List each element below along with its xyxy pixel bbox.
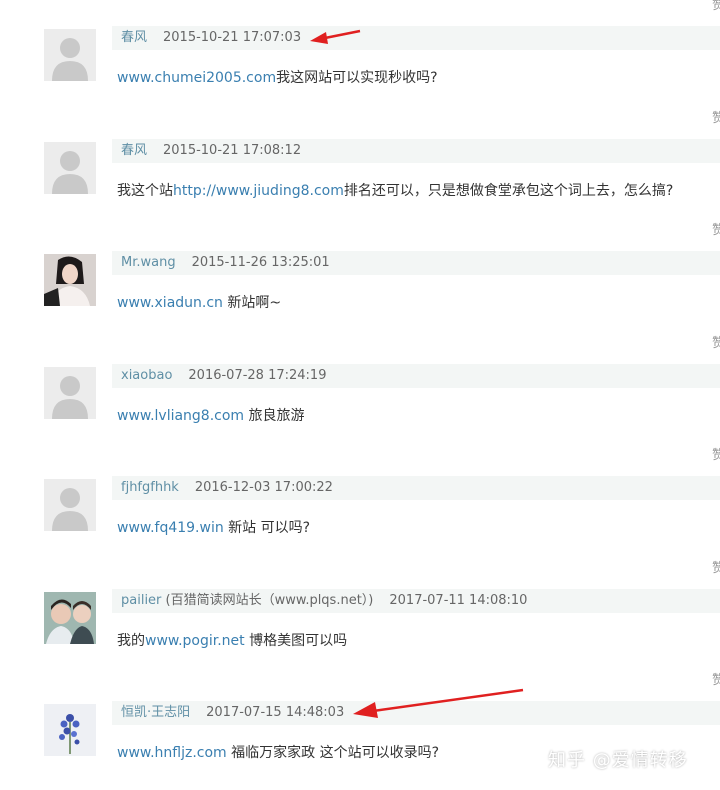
- username-link[interactable]: 春风: [121, 143, 147, 158]
- comment-meta: Mr.wang 2015-11-26 13:25:01: [112, 251, 720, 275]
- comment-meta: fjhfgfhhk 2016-12-03 17:00:22: [112, 476, 720, 500]
- comment-meta: xiaobao 2016-07-28 17:24:19: [112, 364, 720, 388]
- username-link[interactable]: xiaobao: [121, 368, 172, 383]
- comment-text: 我的www.pogir.net 博格美图可以吗: [117, 631, 347, 651]
- comment-item: 赞 春风 2015-10-21 17:07:03 www.chumei2005.c…: [0, 0, 720, 112]
- reply-button[interactable]: 赞: [712, 107, 720, 126]
- comment-meta: 春风 2015-10-21 17:07:03: [112, 26, 720, 50]
- default-avatar-icon: [44, 142, 96, 194]
- default-avatar-icon: [44, 479, 96, 531]
- avatar[interactable]: [44, 704, 96, 756]
- arrow-annotation-1: [310, 29, 361, 44]
- timestamp: 2016-07-28 17:24:19: [188, 368, 327, 383]
- comment-text-prefix: 我的: [117, 633, 145, 649]
- timestamp: 2017-07-15 14:48:03: [206, 705, 345, 720]
- comment-item: 赞 pailier (百猎简读网站长（www.plqs.net）) 2017-07…: [0, 561, 720, 675]
- arrow-annotation-2: [353, 688, 524, 718]
- avatar[interactable]: [44, 29, 96, 81]
- timestamp: 2015-11-26 13:25:01: [191, 255, 330, 270]
- woman-photo-icon: [44, 254, 96, 306]
- comment-item: 赞 fjhfgfhhk 2016-12-03 17:00:22 www.fq419…: [0, 448, 720, 562]
- comment-text: 我这个站http://www.jiuding8.com排名还可以，只是想做食堂承…: [117, 181, 673, 201]
- avatar[interactable]: [44, 479, 96, 531]
- comment-text: www.chumei2005.com我这网站可以实现秒收吗?: [117, 68, 438, 88]
- website-link[interactable]: http://www.jiuding8.com: [173, 183, 344, 199]
- user-note: (百猎简读网站长（www.plqs.net）): [161, 593, 374, 608]
- timestamp: 2015-10-21 17:08:12: [163, 143, 302, 158]
- website-link[interactable]: www.lvliang8.com: [117, 408, 244, 424]
- reply-button[interactable]: 赞: [712, 332, 720, 351]
- timestamp: 2016-12-03 17:00:22: [194, 480, 333, 495]
- comment-text: www.xiadun.cn 新站啊~: [117, 293, 281, 313]
- default-avatar-icon: [44, 29, 96, 81]
- comment-text-suffix: 排名还可以，只是想做食堂承包这个词上去，怎么搞?: [343, 183, 674, 199]
- reply-button[interactable]: 赞: [712, 557, 720, 576]
- couple-photo-icon: [44, 592, 96, 644]
- comment-text-suffix: 新站啊~: [222, 295, 282, 311]
- reply-button[interactable]: 赞: [712, 0, 720, 13]
- comment-meta: pailier (百猎简读网站长（www.plqs.net）) 2017-07-1…: [112, 589, 720, 613]
- username-link[interactable]: Mr.wang: [121, 255, 176, 270]
- username-link[interactable]: 恒凯·王志阳: [121, 705, 190, 720]
- comment-text-suffix: 新站 可以吗?: [223, 520, 311, 536]
- comment-text-suffix: 博格美图可以吗: [244, 633, 348, 649]
- username-link[interactable]: pailier: [121, 593, 161, 608]
- comment-text-suffix: 旅良旅游: [244, 408, 305, 424]
- avatar[interactable]: [44, 142, 96, 194]
- comment-item: 赞 xiaobao 2016-07-28 17:24:19 www.lvliang…: [0, 336, 720, 450]
- comment-text-prefix: 我这个站: [117, 183, 173, 199]
- flower-icon: [44, 704, 96, 756]
- comment-item: 赞 Mr.wang 2015-11-26 13:25:01 www.xiadun.…: [0, 223, 720, 337]
- avatar[interactable]: [44, 592, 96, 644]
- website-link[interactable]: www.fq419.win: [117, 520, 224, 536]
- default-avatar-icon: [44, 367, 96, 419]
- username-link[interactable]: 春风: [121, 30, 147, 45]
- avatar[interactable]: [44, 254, 96, 306]
- comment-meta: 春风 2015-10-21 17:08:12: [112, 139, 720, 163]
- comment-text: www.fq419.win 新站 可以吗?: [117, 518, 310, 538]
- username-link[interactable]: fjhfgfhhk: [121, 480, 179, 495]
- reply-button[interactable]: 赞: [712, 669, 720, 688]
- comment-text-suffix: 我这网站可以实现秒收吗?: [276, 70, 438, 86]
- watermark: 知乎 @爱情转移: [548, 750, 688, 771]
- comment-text: www.hnfljz.com 福临万家家政 这个站可以收录吗?: [117, 743, 439, 763]
- reply-button[interactable]: 赞: [712, 444, 720, 463]
- website-link[interactable]: www.hnfljz.com: [117, 745, 227, 761]
- comment-text-suffix: 福临万家家政 这个站可以收录吗?: [226, 745, 440, 761]
- avatar[interactable]: [44, 367, 96, 419]
- reply-button[interactable]: 赞: [712, 219, 720, 238]
- comment-text: www.lvliang8.com 旅良旅游: [117, 406, 305, 426]
- website-link[interactable]: www.xiadun.cn: [117, 295, 223, 311]
- timestamp: 2017-07-11 14:08:10: [389, 593, 528, 608]
- comment-item: 赞 春风 2015-10-21 17:08:12 我这个站http://www.j…: [0, 111, 720, 225]
- timestamp: 2015-10-21 17:07:03: [163, 30, 302, 45]
- website-link[interactable]: www.chumei2005.com: [117, 70, 276, 86]
- website-link[interactable]: www.pogir.net: [145, 633, 245, 649]
